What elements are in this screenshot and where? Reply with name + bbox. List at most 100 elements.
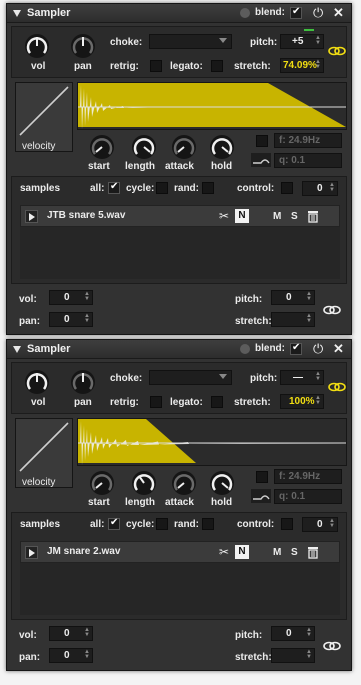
blend-dot-icon[interactable] [240, 344, 250, 354]
all-checkbox[interactable]: ✔ [108, 181, 120, 194]
bottom-vol-field[interactable]: 0 ▲ ▼ [49, 290, 93, 305]
mute-button[interactable]: M [273, 211, 281, 222]
velocity-curve[interactable]: velocity [15, 418, 73, 488]
bottom-pitch-field[interactable]: 0 ▲ ▼ [271, 626, 315, 641]
start-knob[interactable] [89, 470, 115, 496]
filter-checkbox[interactable] [256, 471, 268, 483]
sample-row[interactable]: JTB snare 5.wav ✂ N M S [20, 205, 340, 227]
rand-checkbox[interactable] [202, 182, 214, 194]
filter-freq-field[interactable]: f: 24.9Hz [274, 133, 342, 148]
control-checkbox[interactable] [281, 182, 293, 194]
legato-checkbox[interactable] [211, 396, 223, 408]
hold-label: hold [211, 497, 233, 508]
rand-checkbox[interactable] [202, 518, 214, 530]
collapse-triangle-icon[interactable] [13, 10, 21, 17]
scissors-icon[interactable]: ✂ [219, 210, 229, 223]
retrig-checkbox[interactable] [150, 60, 162, 72]
blend-dot-icon[interactable] [240, 8, 250, 18]
bottom-pan-field[interactable]: 0 ▲ ▼ [49, 312, 93, 327]
velocity-curve[interactable]: velocity [15, 82, 73, 152]
stepper-arrows-icon: ▲ ▼ [306, 313, 312, 324]
cycle-checkbox[interactable] [156, 182, 168, 194]
filter-q-value: q: 0.1 [279, 155, 306, 166]
bottom-vol-field[interactable]: 0 ▲ ▼ [49, 626, 93, 641]
trash-icon[interactable] [307, 546, 319, 559]
play-button[interactable] [25, 210, 38, 223]
bottom-pan-label: pan: [19, 316, 41, 327]
length-knob[interactable] [131, 134, 157, 160]
link-chain-icon[interactable] [323, 302, 341, 318]
blend-checkbox[interactable]: ✔ [290, 342, 302, 355]
choke-dropdown[interactable] [149, 370, 232, 385]
title-bar[interactable]: Sampler blend: ✔ ⏻ ✕ [7, 4, 351, 23]
link-chain-icon[interactable] [328, 43, 346, 59]
filter-curve-icon[interactable] [251, 153, 271, 167]
close-icon[interactable]: ✕ [333, 6, 344, 19]
control-checkbox[interactable] [281, 518, 293, 530]
filter-checkbox[interactable] [256, 135, 268, 147]
filter-curve-icon[interactable] [251, 489, 271, 503]
trash-icon[interactable] [307, 210, 319, 223]
legato-checkbox[interactable] [211, 60, 223, 72]
normalize-button[interactable]: N [235, 209, 249, 223]
pan-knob[interactable] [70, 33, 96, 59]
link-chain-icon[interactable] [328, 379, 346, 395]
start-knob[interactable] [89, 134, 115, 160]
power-icon[interactable]: ⏻ [313, 342, 323, 355]
stretch-field[interactable]: 100% ▲ ▼ [280, 394, 324, 409]
close-icon[interactable]: ✕ [333, 342, 344, 355]
attack-knob[interactable] [171, 470, 197, 496]
waveform-display[interactable] [77, 82, 347, 130]
all-checkbox[interactable]: ✔ [108, 517, 120, 530]
filter-q-field[interactable]: q: 0.1 [274, 153, 342, 168]
samples-section: samples all: ✔ cycle: rand: control: 0 ▲… [11, 512, 347, 620]
normalize-button[interactable]: N [235, 545, 249, 559]
retrig-checkbox[interactable] [150, 396, 162, 408]
waveform-envelope [78, 83, 346, 129]
mute-button[interactable]: M [273, 547, 281, 558]
attack-knob[interactable] [171, 134, 197, 160]
velocity-label: velocity [22, 477, 56, 488]
samples-label: samples [20, 183, 61, 194]
bottom-pan-field[interactable]: 0 ▲ ▼ [49, 648, 93, 663]
pitch-field[interactable]: — ▲ ▼ [280, 370, 324, 385]
length-knob[interactable] [131, 470, 157, 496]
stepper-arrows-icon: ▲ ▼ [306, 291, 312, 302]
waveform-display[interactable] [77, 418, 347, 466]
control-value: 0 [317, 519, 323, 530]
title-bar[interactable]: Sampler blend: ✔ ⏻ ✕ [7, 340, 351, 359]
stretch-field[interactable]: 74.09% ▲ ▼ [280, 58, 324, 73]
scissors-icon[interactable]: ✂ [219, 546, 229, 559]
bottom-stretch-field[interactable]: ▲ ▼ [271, 312, 315, 327]
hold-knob[interactable] [209, 134, 235, 160]
pan-knob[interactable] [70, 369, 96, 395]
cycle-checkbox[interactable] [156, 518, 168, 530]
pitch-field[interactable]: +5 ▲ ▼ [280, 34, 324, 49]
envelope-knobs: start length attack hold f: 24.9Hz q: 0.… [77, 132, 347, 172]
pitch-value: — [293, 372, 303, 383]
sample-list-empty [20, 227, 340, 279]
link-chain-icon[interactable] [323, 638, 341, 654]
vol-knob[interactable] [24, 33, 50, 59]
solo-button[interactable]: S [291, 211, 298, 222]
vol-knob[interactable] [24, 369, 50, 395]
filter-q-field[interactable]: q: 0.1 [274, 489, 342, 504]
main-controls-section: vol pan choke: pitch: +5 ▲ ▼ retrig: lega… [11, 26, 347, 78]
solo-button[interactable]: S [291, 547, 298, 558]
power-icon[interactable]: ⏻ [313, 6, 323, 19]
pitch-indicator [304, 29, 314, 31]
sample-row[interactable]: JM snare 2.wav ✂ N M S [20, 541, 340, 563]
choke-dropdown[interactable] [149, 34, 232, 49]
bottom-pitch-field[interactable]: 0 ▲ ▼ [271, 290, 315, 305]
filter-freq-field[interactable]: f: 24.9Hz [274, 469, 342, 484]
bottom-stretch-field[interactable]: ▲ ▼ [271, 648, 315, 663]
blend-checkbox[interactable]: ✔ [290, 6, 302, 19]
pitch-label: pitch: [250, 373, 278, 384]
stepper-arrows-icon: ▲ ▼ [315, 35, 321, 46]
control-field[interactable]: 0 ▲ ▼ [302, 517, 338, 532]
control-field[interactable]: 0 ▲ ▼ [302, 181, 338, 196]
collapse-triangle-icon[interactable] [13, 346, 21, 353]
pan-label: pan [74, 61, 92, 72]
play-button[interactable] [25, 546, 38, 559]
hold-knob[interactable] [209, 470, 235, 496]
